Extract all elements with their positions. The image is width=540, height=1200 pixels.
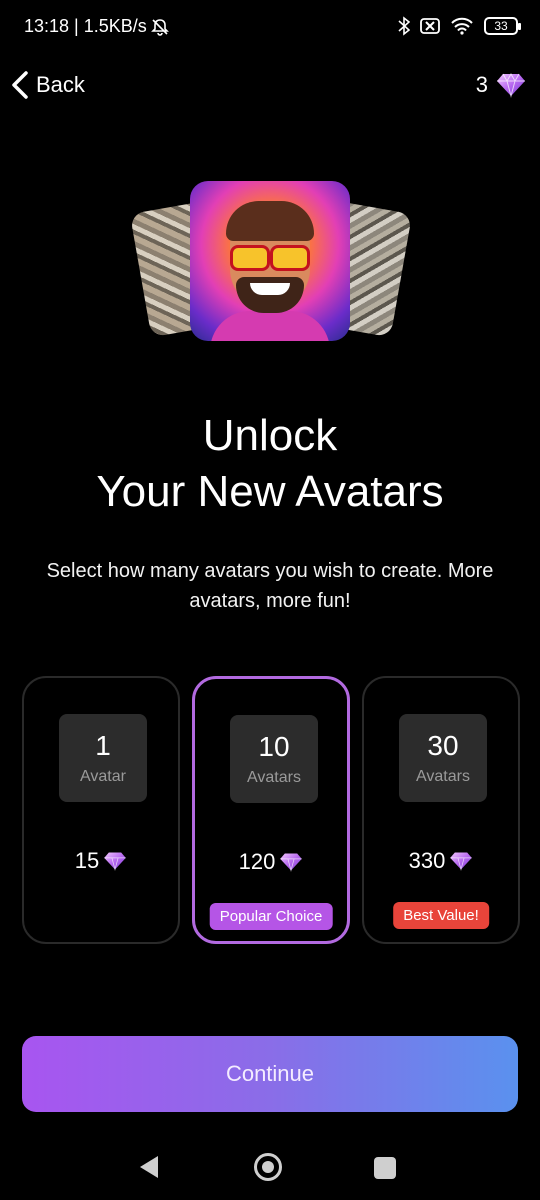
- title-line-1: Unlock: [202, 411, 338, 460]
- system-nav-bar: [0, 1140, 540, 1200]
- gem-icon: [280, 853, 303, 872]
- sim-off-icon: [420, 18, 440, 34]
- nav-recents-icon[interactable]: [374, 1157, 396, 1179]
- plan-price: 15: [24, 848, 178, 874]
- back-button[interactable]: Back: [10, 70, 85, 100]
- battery-level: 33: [494, 19, 508, 33]
- best-value-badge: Best Value!: [393, 902, 489, 929]
- plan-tile: 10 Avatars: [230, 715, 318, 803]
- title-line-2: Your New Avatars: [96, 467, 444, 516]
- plan-options: 1 Avatar 15 10 Avatars 120 Popular Choic…: [22, 676, 520, 944]
- plan-option-30[interactable]: 30 Avatars 330 Best Value!: [362, 676, 520, 944]
- wifi-icon: [451, 17, 473, 35]
- plan-price: 330: [364, 848, 518, 874]
- plan-option-1[interactable]: 1 Avatar 15: [22, 676, 180, 944]
- plan-tile: 30 Avatars: [399, 714, 487, 802]
- bluetooth-icon: [398, 16, 410, 36]
- plan-unit: Avatars: [247, 769, 301, 786]
- plan-tile: 1 Avatar: [59, 714, 147, 802]
- plan-unit: Avatars: [416, 768, 470, 785]
- plan-count: 10: [258, 731, 290, 762]
- battery-icon: 33: [484, 17, 521, 35]
- gem-icon: [104, 852, 127, 871]
- status-right: 33: [398, 16, 521, 36]
- chevron-left-icon: [12, 71, 28, 99]
- status-bar: 13:18 | 1.5KB/s 33: [0, 0, 540, 56]
- avatar-preview-main: [190, 181, 350, 341]
- status-left: 13:18 | 1.5KB/s: [24, 16, 169, 37]
- plan-option-10[interactable]: 10 Avatars 120 Popular Choice: [192, 676, 350, 944]
- nav-back-icon[interactable]: [140, 1156, 158, 1178]
- plan-count: 1: [95, 730, 111, 761]
- plan-price-value: 330: [408, 848, 446, 873]
- gem-balance-value: 3: [475, 72, 488, 97]
- nav-home-icon[interactable]: [254, 1153, 282, 1181]
- page-title: Unlock Your New Avatars: [0, 408, 540, 520]
- status-time-speed: 13:18 | 1.5KB/s: [24, 16, 147, 36]
- plan-unit: Avatar: [80, 768, 126, 785]
- page-subtitle: Select how many avatars you wish to crea…: [46, 560, 494, 612]
- gem-balance[interactable]: 3: [476, 72, 526, 98]
- bell-off-icon: [150, 18, 169, 36]
- gem-icon: [497, 72, 525, 98]
- back-label: Back: [36, 72, 85, 97]
- plan-price-value: 15: [74, 848, 100, 873]
- avatar-preview-stack: [129, 175, 413, 355]
- plan-price: 120: [195, 849, 347, 875]
- gem-icon: [450, 852, 473, 871]
- continue-button[interactable]: Continue: [22, 1036, 518, 1112]
- plan-price-value: 120: [238, 849, 276, 874]
- plan-count: 30: [427, 730, 459, 761]
- popular-choice-badge: Popular Choice: [209, 903, 333, 930]
